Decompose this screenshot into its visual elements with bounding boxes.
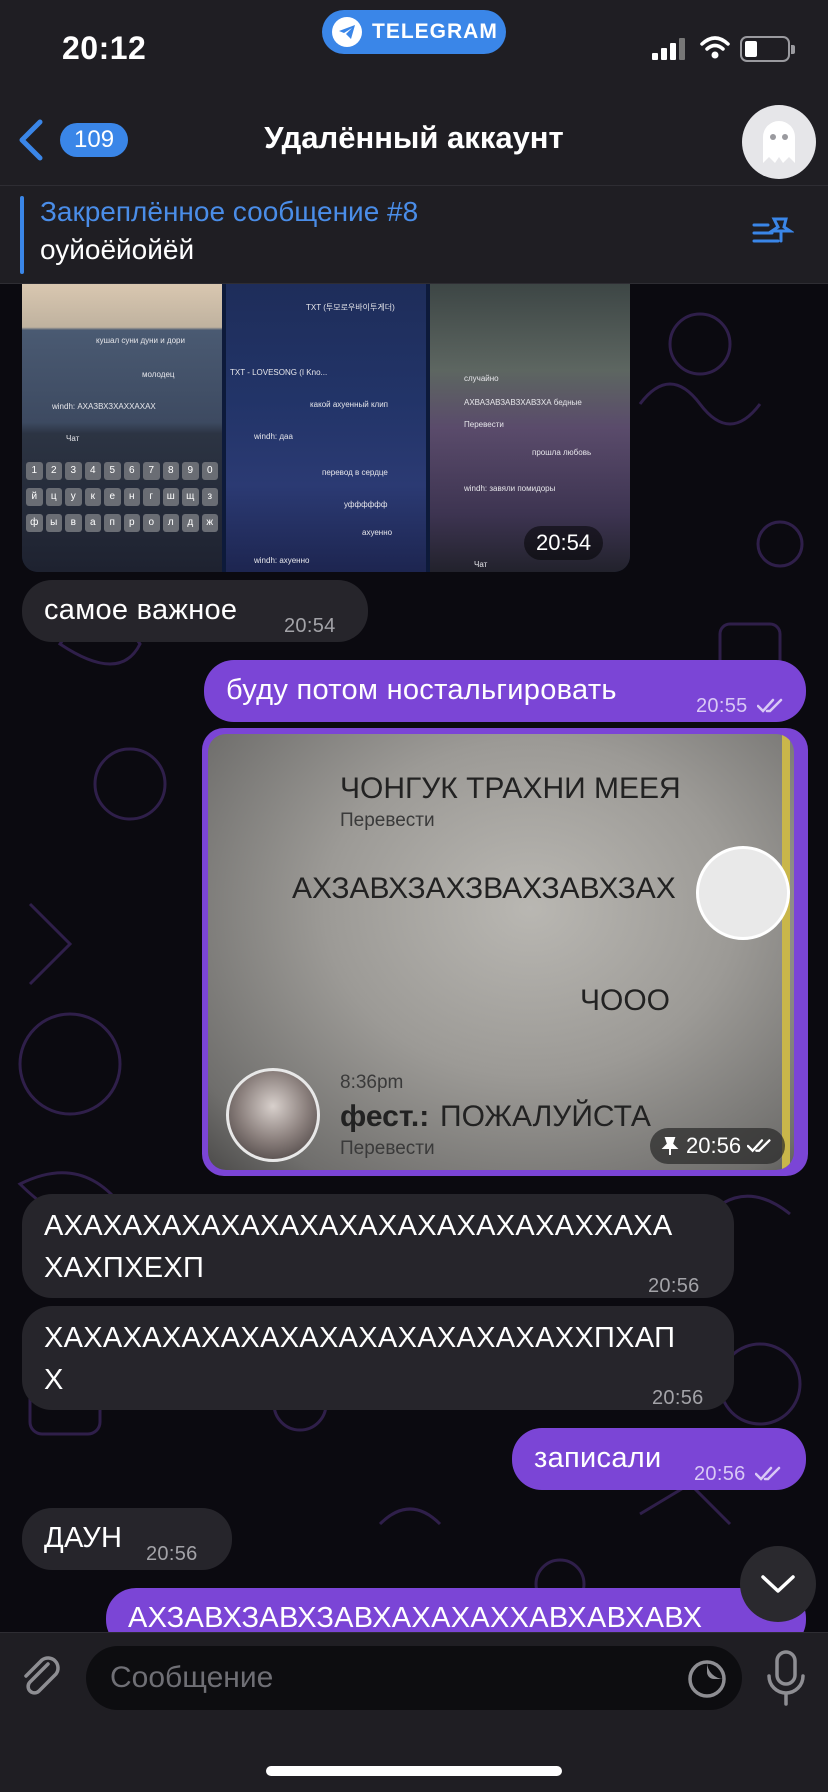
double-check-icon: [747, 1139, 771, 1153]
status-bar-time: 20:12: [62, 30, 147, 66]
screenshot-text: перевод в сердце: [322, 468, 388, 477]
media-screenshot-1[interactable]: кушал суни дуни и дори молодец windh: АХ…: [22, 284, 222, 572]
message-time-status: 20:55: [696, 686, 787, 726]
attach-paperclip-icon[interactable]: [18, 1654, 64, 1700]
screenshot-text: Перевести: [464, 420, 504, 429]
photo-text: ЧОOO: [580, 984, 670, 1017]
home-indicator: [266, 1766, 562, 1776]
message-bubble-incoming[interactable]: ДАУН 20:56: [22, 1508, 232, 1570]
double-check-icon: [755, 1466, 781, 1481]
photo-time-badge: 20:56: [650, 1128, 786, 1164]
message-text: самое важное: [44, 594, 238, 626]
photo-text: 8:36pm: [340, 1072, 404, 1093]
screenshot-text: windh: АХАЗВХЗХАХХАХАХ: [52, 402, 156, 411]
photo-text: АХЗАВХЗАХЗВАХЗАВХЗАХ: [292, 872, 676, 905]
screenshot-text: Чат: [474, 560, 488, 569]
message-text: буду потом ностальгировать: [226, 674, 617, 706]
media-timestamp: 20:54: [524, 526, 604, 560]
screenshot-text: кушал суни дуни и дори: [96, 336, 185, 345]
pinned-list-icon[interactable]: [752, 215, 794, 249]
screenshot-text: прошла любовь: [532, 448, 592, 457]
cellular-signal-icon: [652, 38, 685, 60]
telegram-plane-icon: [332, 17, 362, 47]
photo-edge: [782, 734, 790, 1170]
photo-avatar: [696, 846, 790, 940]
message-time: 20:55: [696, 695, 748, 717]
wifi-icon: [700, 36, 730, 59]
return-to-telegram-pill[interactable]: TELEGRAM: [322, 10, 506, 54]
screenshot-text: уфффффф: [344, 500, 388, 509]
photo-content[interactable]: ЧОНГУК ТРАХНИ МЕЕЯ Перевести АХЗАВХЗАХЗВ…: [208, 734, 794, 1170]
message-text: Х: [44, 1364, 64, 1396]
double-check-icon: [757, 698, 783, 713]
keyboard-row: 1234567890: [26, 462, 218, 480]
message-text: ДАУН: [44, 1522, 123, 1554]
scroll-to-bottom-button[interactable]: [740, 1546, 816, 1622]
pinned-title: Закреплённое сообщение #8: [40, 196, 419, 227]
message-bubble-incoming[interactable]: самое важное 20:54: [22, 580, 368, 642]
pinned-text: оуйоёйойёй: [40, 234, 195, 265]
screenshot-text: АХВАЗАВЗАВЗХАВЗХА бедные: [464, 398, 582, 407]
screenshot-text: TXT (투모로우바이투게더): [306, 303, 395, 312]
message-text: ХАХАХАХАХАХАХАХАХАХАХАХАХАХХПХАП: [44, 1322, 676, 1354]
pinned-indicator: [20, 196, 24, 274]
screenshot-text: Чат: [66, 434, 80, 443]
battery-icon: [740, 36, 795, 62]
screenshot-text: windh: ахуенно: [254, 556, 310, 565]
message-time-status: 20:56: [694, 1454, 785, 1494]
sticker-icon[interactable]: [686, 1658, 728, 1700]
screenshot-text: windh: завяли помидоры: [464, 484, 556, 493]
message-bubble-outgoing[interactable]: записали 20:56: [512, 1428, 806, 1490]
message-bubble-incoming[interactable]: АХАХАХАХАХАХАХАХАХАХАХАХАХАХХАХА ХАХПХЕХ…: [22, 1194, 734, 1298]
photo-text: Перевести: [340, 810, 435, 831]
message-bubble-outgoing[interactable]: буду потом ностальгировать 20:55: [204, 660, 806, 722]
message-time: 20:56: [686, 1133, 742, 1158]
telegram-pill-label: TELEGRAM: [372, 20, 498, 43]
chevron-down-icon: [761, 1575, 795, 1593]
unread-count-badge[interactable]: 109: [60, 123, 129, 157]
screenshot-text: TXT - LOVESONG (I Kno...: [230, 368, 328, 377]
message-time: 20:56: [648, 1275, 700, 1297]
chat-avatar[interactable]: [742, 105, 816, 179]
message-time: 20:54: [284, 615, 336, 637]
microphone-icon[interactable]: [766, 1650, 806, 1706]
photo-text: фест.:: [340, 1100, 430, 1133]
message-input[interactable]: [86, 1646, 742, 1710]
media-screenshot-2[interactable]: TXT (투모로우바이투게더) TXT - LOVESONG (I Kno...…: [226, 284, 426, 572]
photo-text: ПОЖАЛУЙСТА: [440, 1100, 651, 1133]
back-chevron-icon[interactable]: [14, 118, 48, 162]
pinned-message-bar[interactable]: Закреплённое сообщение #8 оуйоёйойёй: [0, 185, 828, 284]
screenshot-text: случайно: [464, 374, 499, 383]
message-text: АХАХАХАХАХАХАХАХАХАХАХАХАХАХХАХА: [44, 1210, 673, 1242]
keyboard-row: фывапролдж: [26, 514, 218, 532]
message-time: 20:56: [694, 1463, 746, 1485]
photo-text: Перевести: [340, 1138, 435, 1159]
keyboard-row: йцукенгшщз: [26, 488, 218, 506]
screenshot-text: windh: даа: [254, 432, 293, 441]
ghost-icon: [763, 121, 795, 163]
photo-avatar: [226, 1068, 320, 1162]
message-text: ХАХПХЕХП: [44, 1252, 205, 1284]
message-time: 20:56: [146, 1543, 198, 1565]
pin-icon: [661, 1137, 679, 1155]
photo-text: ЧОНГУК ТРАХНИ МЕЕЯ: [340, 772, 681, 805]
message-text: записали: [534, 1442, 662, 1474]
screenshot-text: какой ахуенный клип: [310, 400, 388, 409]
screenshot-text: ахуенно: [362, 528, 393, 537]
chat-title[interactable]: Удалённый аккаунт: [200, 120, 628, 156]
message-bubble-incoming[interactable]: ХАХАХАХАХАХАХАХАХАХАХАХАХАХХПХАП Х 20:56: [22, 1306, 734, 1410]
screenshot-text: молодец: [142, 370, 175, 379]
message-time: 20:56: [652, 1387, 704, 1409]
